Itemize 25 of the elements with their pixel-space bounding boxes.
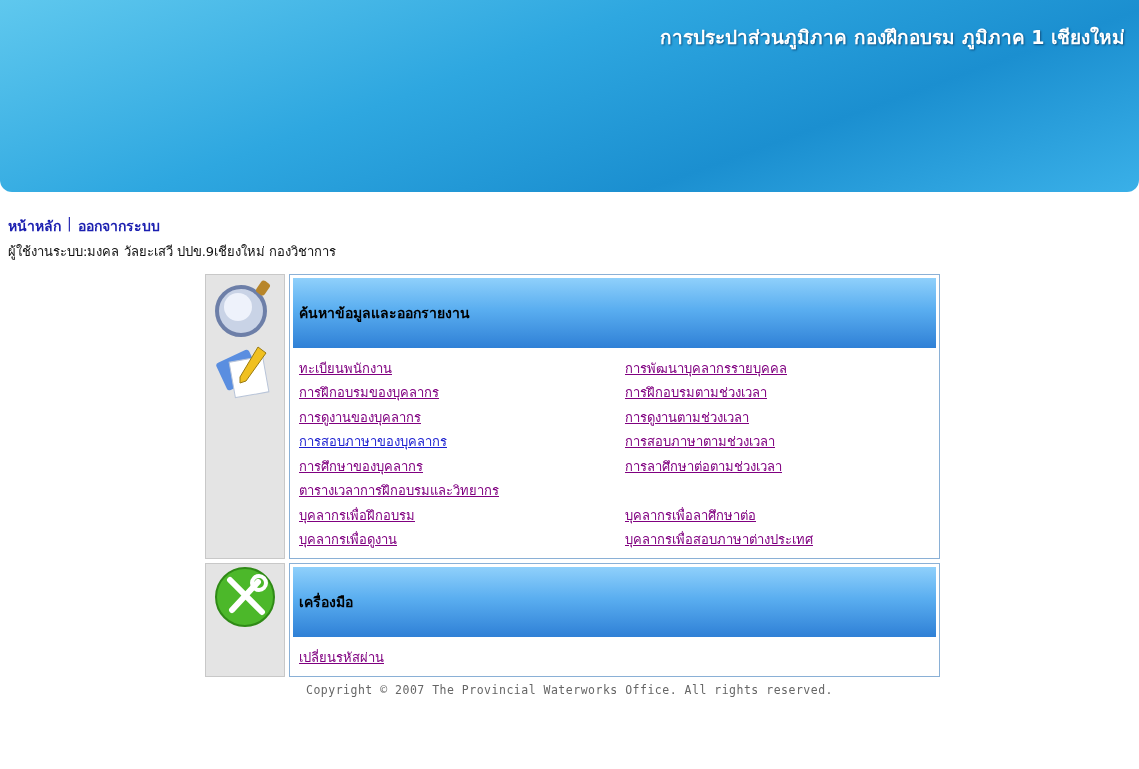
menu-link[interactable]: บุคลากรเพื่อลาศึกษาต่อ xyxy=(625,504,756,526)
nav-link[interactable]: หน้าหลัก xyxy=(8,215,61,237)
menu-link[interactable]: การดูงานตามช่วงเวลา xyxy=(625,406,749,428)
menu-link[interactable]: บุคลากรเพื่อดูงาน xyxy=(299,529,397,551)
menu-link[interactable]: ตารางเวลาการฝึกอบรมและวิทยากร xyxy=(299,480,499,502)
banner-title: การประปาส่วนภูมิภาค กองฝึกอบรม ภูมิภาค 1 เชียงใหม่ xyxy=(660,25,1125,52)
menu-link[interactable]: บุคลากรเพื่อฝึกอบรม xyxy=(299,504,415,526)
menu-link[interactable]: การศึกษาของบุคลากร xyxy=(299,455,423,477)
menu-link[interactable]: การฝึกอบรมตามช่วงเวลา xyxy=(625,382,767,404)
menu-link[interactable]: เปลี่ยนรหัสผ่าน xyxy=(299,646,384,668)
copyright-text: Copyright © 2007 The Provincial Waterworks Office. All rights reserved. xyxy=(304,682,835,697)
menu-link[interactable]: การสอบภาษาของบุคลากร xyxy=(299,431,447,453)
menu-link[interactable]: บุคลากรเพื่อสอบภาษาต่างประเทศ xyxy=(625,529,813,551)
tools-icon xyxy=(214,566,276,628)
nav-separator: | xyxy=(67,215,72,234)
menu-link[interactable]: ทะเบียนพนักงาน xyxy=(299,357,392,379)
menu-link[interactable]: การสอบภาษาตามช่วงเวลา xyxy=(625,431,775,453)
menu-link[interactable]: การฝึกอบรมของบุคลากร xyxy=(299,382,439,404)
section-title: เครื่องมือ xyxy=(299,591,353,612)
menu-link[interactable]: การลาศึกษาต่อตามช่วงเวลา xyxy=(625,455,782,477)
section-title: ค้นหาข้อมูลและออกรายงาน xyxy=(299,304,470,324)
menu-link[interactable]: การพัฒนาบุคลากรรายบุคคล xyxy=(625,357,787,379)
user-info: ผู้ใช้งานระบบ:มงคล วัลยะเสวี ปปข.9เชียงใหม่ กองวิชาการ xyxy=(8,243,338,262)
nav-link[interactable]: ออกจากระบบ xyxy=(77,215,160,237)
menu-link[interactable]: การดูงานของบุคลากร xyxy=(299,406,421,428)
